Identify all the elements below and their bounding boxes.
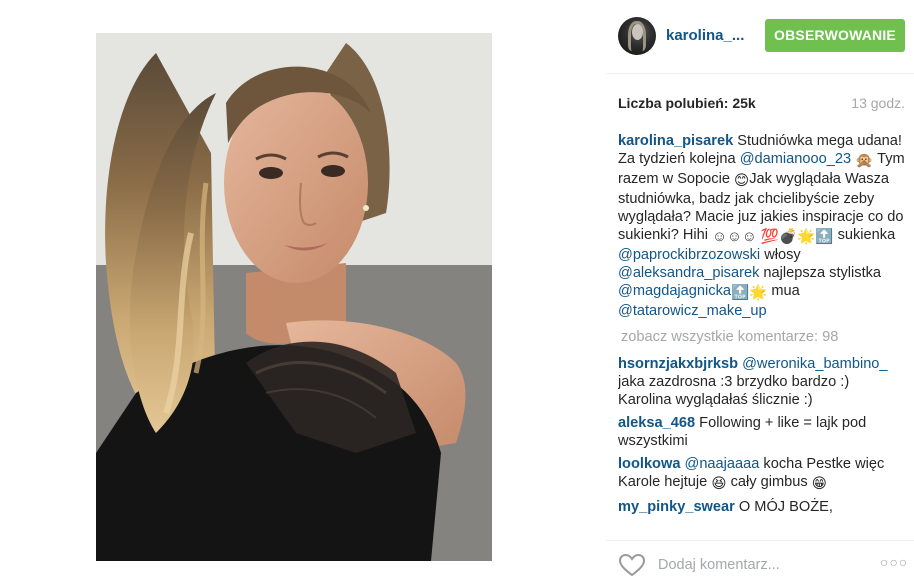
more-options-button[interactable]: ○○○ bbox=[880, 554, 908, 570]
caption-mention[interactable]: @paprockibrzozowski bbox=[618, 247, 760, 263]
post-header: karolina_... OBSERWOWANIE bbox=[606, 0, 914, 74]
add-comment-input[interactable]: Dodaj komentarz... bbox=[658, 557, 780, 573]
caption-username[interactable]: karolina_pisarek bbox=[618, 133, 733, 149]
heart-outline-icon[interactable] bbox=[618, 553, 646, 577]
caption-mention[interactable]: @magdajagnicka bbox=[618, 283, 731, 299]
caption-mention[interactable]: @aleksandra_pisarek bbox=[618, 265, 759, 281]
comment-username[interactable]: loolkowa bbox=[618, 456, 680, 472]
caption-mention[interactable]: @damianooo_23 bbox=[740, 151, 851, 167]
comment-username[interactable]: my_pinky_swear bbox=[618, 499, 735, 515]
post-photo[interactable] bbox=[96, 33, 492, 561]
view-all-comments-link[interactable]: zobacz wszystkie komentarze: 98 bbox=[621, 328, 906, 346]
top-star-emoji-icon: 🔝🌟 bbox=[730, 285, 768, 301]
follow-button[interactable]: OBSERWOWANIE bbox=[765, 19, 905, 52]
comment: hsornzjakxbjrksb @weronika_bambino_ jaka… bbox=[618, 355, 906, 409]
caption: karolina_pisarek Studniówka mega udana! … bbox=[618, 132, 906, 320]
photo-illustration bbox=[96, 33, 492, 561]
caption-mention[interactable]: @tatarowicz_make_up bbox=[618, 303, 767, 319]
comment: my_pinky_swear O MÓJ BOŻE, bbox=[618, 498, 906, 516]
monkey-emoji-icon: 🙊 bbox=[855, 153, 874, 169]
avatar[interactable] bbox=[618, 17, 656, 55]
post-footer: Dodaj komentarz... ○○○ bbox=[606, 540, 914, 588]
smile-emoji-icon: 😊 bbox=[734, 173, 750, 189]
avatar-face bbox=[632, 24, 643, 40]
comment: loolkowa @naajaaaa kocha Pestke więc Kar… bbox=[618, 455, 906, 493]
comment: aleksa_468 Following + like = lajk pod w… bbox=[618, 414, 906, 450]
caption-text-7: mua bbox=[767, 283, 800, 299]
comments-list: karolina_pisarek Studniówka mega udana! … bbox=[618, 132, 906, 530]
comment-text: jaka zazdrosna :3 brzydko bardzo :) Karo… bbox=[618, 374, 850, 408]
caption-text-4: sukienka bbox=[833, 227, 896, 243]
comment-text: O MÓJ BOŻE, bbox=[734, 499, 833, 515]
caption-text-5: włosy bbox=[760, 247, 801, 263]
caption-text-6: najlepsza stylistka bbox=[759, 265, 882, 281]
comment-text-2: cały gimbus bbox=[726, 474, 812, 490]
likes-count[interactable]: Liczba polubień: 25k bbox=[618, 95, 756, 111]
comment-username[interactable]: hsornzjakxbjrksb bbox=[618, 356, 738, 372]
likes-row: Liczba polubień: 25k 13 godz. bbox=[618, 95, 905, 111]
comment-mention[interactable]: @weronika_bambino_ bbox=[742, 356, 887, 372]
grin-emoji-icon: 😁 bbox=[811, 476, 827, 492]
comment-username[interactable]: aleksa_468 bbox=[618, 415, 695, 431]
laughing-emoji-icon: 😆 bbox=[711, 476, 727, 492]
username-link[interactable]: karolina_... bbox=[666, 27, 744, 44]
comments-fade bbox=[618, 516, 906, 530]
emoji-group-icon: ☺☺☺ 💯💣🌟🔝 bbox=[712, 229, 834, 245]
comment-mention[interactable]: @naajaaaa bbox=[685, 456, 760, 472]
post-time[interactable]: 13 godz. bbox=[851, 95, 905, 111]
post-side-panel: karolina_... OBSERWOWANIE Liczba polubie… bbox=[606, 0, 914, 588]
